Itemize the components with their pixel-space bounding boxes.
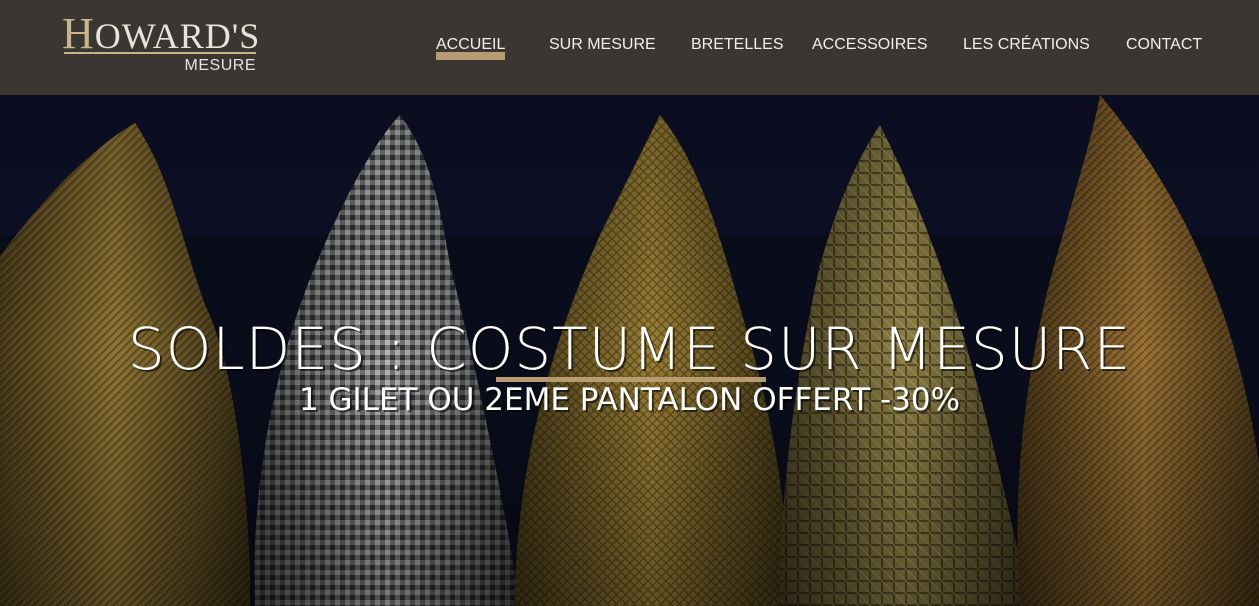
nav-item-les-creations[interactable]: LES CRÉATIONS — [963, 36, 1090, 58]
hero-banner: SOLDES : COSTUME SUR MESURE 1 GILET OU 2… — [0, 95, 1259, 606]
hero-subline: 1 GILET OU 2EME PANTALON OFFERT -30% — [298, 382, 961, 418]
nav-item-contact[interactable]: CONTACT — [1126, 36, 1202, 58]
site-header: HOWARD'S MESURE ACCUEIL SUR MESURE BRETE… — [0, 0, 1259, 95]
nav-item-sur-mesure[interactable]: SUR MESURE — [549, 36, 656, 58]
main-nav: ACCUEIL SUR MESURE BRETELLES ACCESSOIRES… — [0, 0, 1259, 95]
nav-item-accueil[interactable]: ACCUEIL — [436, 36, 506, 60]
nav-item-bretelles[interactable]: BRETELLES — [691, 36, 783, 58]
hero-headline: SOLDES : COSTUME SUR MESURE — [127, 315, 1132, 383]
nav-item-accessoires[interactable]: ACCESSOIRES — [812, 36, 928, 58]
